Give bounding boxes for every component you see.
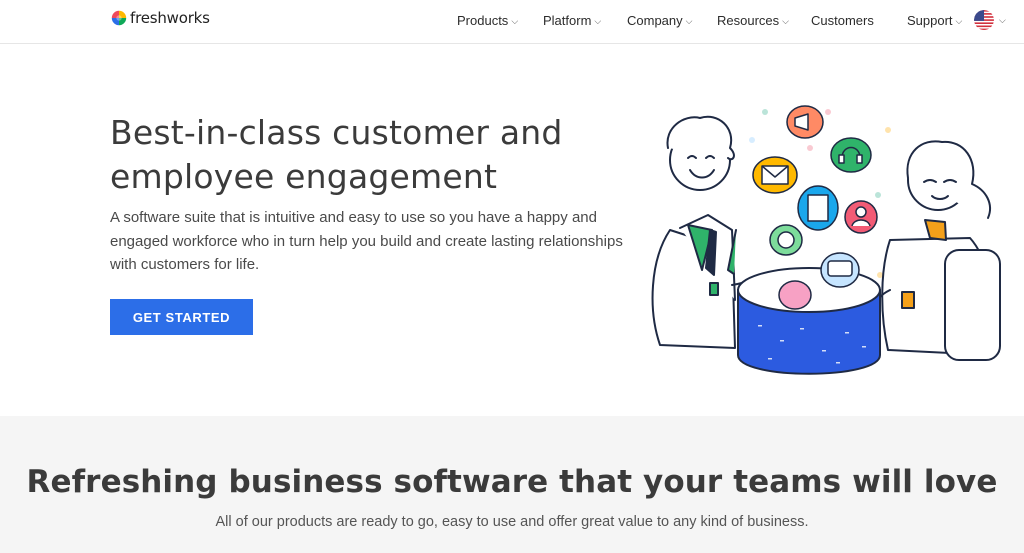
freshworks-logo[interactable]: freshworks [110,9,210,27]
section-title: Refreshing business software that your t… [26,464,998,500]
hero-illustration [651,105,1001,375]
woman-figure [877,140,1001,361]
chevron-down-icon: ⌵ [685,16,693,26]
nav-label: Resources [717,13,780,28]
nav-support[interactable]: Support ⌵ [907,13,962,28]
get-started-button[interactable]: GET STARTED [110,299,253,335]
us-flag-icon[interactable] [974,10,994,30]
blue-tub [737,267,881,375]
nav-label: Platform [543,13,592,28]
phone-icon [778,280,812,310]
chevron-down-icon: ⌵ [594,16,602,26]
chevron-down-icon: ⌵ [782,16,789,26]
nav-company[interactable]: Company ⌵ [627,13,692,28]
freshworks-logo-icon [111,10,127,26]
nav-customers[interactable]: Customers [811,13,874,28]
logo-text: freshworks [130,9,210,27]
headset-icon [830,137,872,173]
nav-label: Customers [811,13,874,28]
nav-resources[interactable]: Resources ⌵ [717,13,789,28]
section-subtitle: All of our products are ready to go, eas… [215,514,809,530]
site-header: freshworks Products ⌵ Platform ⌵ Company… [0,0,1024,44]
chevron-down-icon: ⌵ [955,16,963,26]
chevron-down-icon[interactable]: ⌵ [999,15,1006,26]
hero-subtitle: A software suite that is intuitive and e… [110,209,623,273]
nav-label: Products [457,13,509,28]
nav-platform[interactable]: Platform ⌵ [543,13,601,28]
nav-label: Company [627,13,683,28]
chevron-down-icon: ⌵ [511,16,519,26]
hero-title: Best-in-class customer and employee enga… [110,113,563,196]
nav-label: Support [907,13,953,28]
nav-products[interactable]: Products ⌵ [457,13,518,28]
